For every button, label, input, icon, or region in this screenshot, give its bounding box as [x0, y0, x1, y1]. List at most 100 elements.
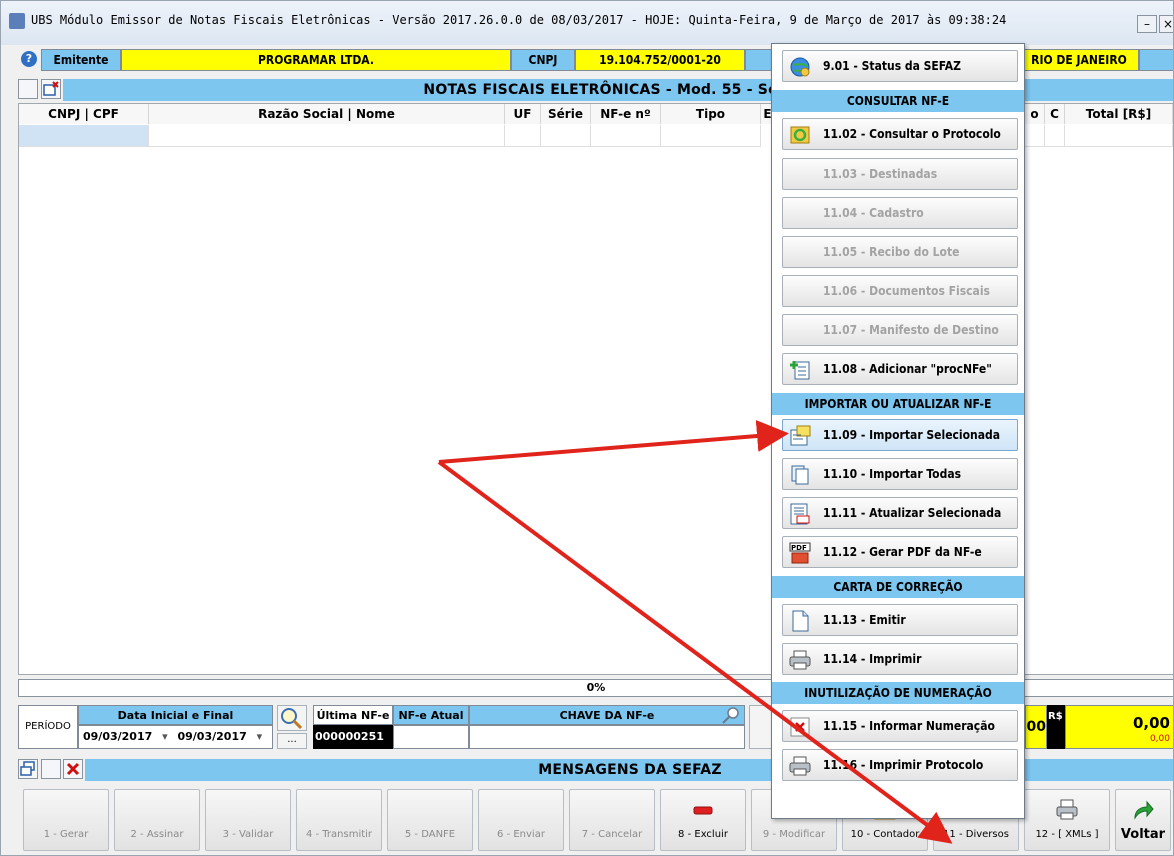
document-icon [792, 610, 809, 632]
cnpj-value: 19.104.752/0001-20 [575, 49, 745, 71]
diversos-menu: 9.01 - Status da SEFAZ CONSULTAR NF-E 11… [771, 43, 1025, 819]
section-carta: CARTA DE CORREÇÃO [772, 576, 1024, 598]
printer-icon [789, 756, 811, 776]
chevron-down-icon[interactable]: ▾ [257, 730, 263, 743]
ultima-value: 000000251 [313, 725, 393, 749]
section-importar: IMPORTAR OU ATUALIZAR NF-E [772, 393, 1024, 415]
gerar-button[interactable]: 1 - Gerar [23, 789, 109, 851]
table-row-cell[interactable] [541, 125, 591, 147]
validar-button[interactable]: 3 - Validar [205, 789, 291, 851]
menu-item-adicionar-procnfe[interactable]: 11.08 - Adicionar "procNFe" [782, 353, 1018, 385]
app-icon [9, 13, 25, 29]
ellipsis-button[interactable]: ... [277, 733, 307, 749]
enviar-button[interactable]: 6 - Enviar [478, 789, 564, 851]
refresh-icon [790, 126, 810, 144]
date-end[interactable]: 09/03/2017 [177, 730, 246, 743]
menu-item-gerar-pdf[interactable]: PDF 11.12 - Gerar PDF da NF-e [782, 536, 1018, 568]
restore-icon[interactable] [18, 759, 38, 779]
data-label: Data Inicial e Final [78, 705, 273, 725]
assinar-button[interactable]: 2 - Assinar [114, 789, 200, 851]
pdf-icon: PDF [789, 542, 811, 564]
section-consultar: CONSULTAR NF-E [772, 90, 1024, 112]
globe-icon [790, 57, 810, 77]
header-filler-right [1139, 49, 1173, 71]
xmls-button[interactable]: 12 - [ XMLs ] [1024, 789, 1110, 851]
table-row-cell[interactable] [505, 125, 541, 147]
emitente-label: Emitente [41, 49, 121, 71]
total-small: 0,00 [1149, 734, 1170, 744]
periodo-label: PERÍODO [18, 705, 78, 749]
menu-item-status-sefaz[interactable]: 9.01 - Status da SEFAZ [782, 50, 1018, 82]
help-icon[interactable]: ? [21, 51, 37, 67]
printer-icon [1056, 799, 1078, 820]
atual-label: NF-e Atual [393, 705, 469, 725]
chave-field[interactable] [469, 725, 745, 749]
numbered-doc-icon [790, 503, 810, 525]
table-row-cell[interactable] [1045, 125, 1065, 147]
excluir-button[interactable]: 8 - Excluir [660, 789, 746, 851]
emitente-value: PROGRAMAR LTDA. [121, 49, 511, 71]
search-icon[interactable] [277, 705, 307, 731]
col-tipo[interactable]: Tipo [661, 104, 761, 124]
col-serie[interactable]: Série [541, 104, 591, 124]
close-button[interactable]: × [1159, 15, 1173, 33]
col-nfe[interactable]: NF-e nº [591, 104, 661, 124]
partial-value: 00 [1025, 705, 1047, 749]
blank-button-2[interactable] [41, 759, 61, 779]
section-inutilizacao: INUTILIZAÇÃO DE NUMERAÇÃO [772, 682, 1024, 704]
date-start[interactable]: 09/03/2017 [83, 730, 152, 743]
svg-text:PDF: PDF [791, 544, 807, 552]
date-range-field[interactable]: 09/03/2017 ▾ 09/03/2017 ▾ [78, 725, 273, 749]
menu-item-cadastro[interactable]: 11.04 - Cadastro [782, 197, 1018, 229]
table-row-cell[interactable] [1025, 125, 1045, 147]
table-row-cell[interactable] [591, 125, 661, 147]
minus-icon [693, 806, 713, 815]
close-panel-icon[interactable] [41, 79, 61, 99]
chevron-down-icon[interactable]: ▾ [162, 730, 168, 743]
menu-item-documentos-fiscais[interactable]: 11.06 - Documentos Fiscais [782, 275, 1018, 307]
printer-icon [789, 650, 811, 670]
menu-item-importar-todas[interactable]: 11.10 - Importar Todas [782, 458, 1018, 490]
col-total[interactable]: Total [R$] [1065, 104, 1173, 124]
window-title: UBS Módulo Emissor de Notas Fiscais Elet… [31, 13, 1007, 27]
cancel-icon [790, 717, 810, 737]
voltar-button[interactable]: Voltar [1115, 789, 1171, 851]
documents-icon [791, 465, 809, 485]
col-o[interactable]: o [1025, 104, 1045, 124]
import-icon [790, 425, 811, 446]
col-razao[interactable]: Razão Social | Nome [149, 104, 505, 124]
table-row-cell[interactable] [149, 125, 505, 147]
menu-item-importar-selecionada[interactable]: 11.09 - Importar Selecionada [782, 419, 1018, 451]
chave-label: CHAVE DA NF-e [469, 705, 745, 725]
cancelar-button[interactable]: 7 - Cancelar [569, 789, 655, 851]
table-row-cell[interactable] [1065, 125, 1173, 147]
menu-item-informar-numeracao[interactable]: 11.15 - Informar Numeração [782, 710, 1018, 742]
magnifier-icon[interactable] [721, 706, 741, 724]
minimize-button[interactable]: – [1137, 15, 1157, 33]
rs-label: R$ [1047, 705, 1065, 749]
table-row-cell[interactable] [661, 125, 761, 147]
menu-item-manifesto-destino[interactable]: 11.07 - Manifesto de Destino [782, 314, 1018, 346]
table-row-cell[interactable] [19, 125, 149, 147]
menu-item-atualizar-selecionada[interactable]: 11.11 - Atualizar Selecionada [782, 497, 1018, 529]
menu-item-imprimir[interactable]: 11.14 - Imprimir [782, 643, 1018, 675]
total-box: 0,00 0,00 [1065, 705, 1173, 749]
cnpj-label: CNPJ [511, 49, 575, 71]
col-cnpj[interactable]: CNPJ | CPF [19, 104, 149, 124]
menu-item-emitir[interactable]: 11.13 - Emitir [782, 604, 1018, 636]
menu-item-imprimir-protocolo[interactable]: 11.16 - Imprimir Protocolo [782, 749, 1018, 781]
title-bar: UBS Módulo Emissor de Notas Fiscais Elet… [1, 1, 1173, 45]
menu-item-consultar-protocolo[interactable]: 11.02 - Consultar o Protocolo [782, 118, 1018, 150]
col-c[interactable]: C [1045, 104, 1065, 124]
menu-item-recibo-lote[interactable]: 11.05 - Recibo do Lote [782, 236, 1018, 268]
arrow-icon [1134, 800, 1154, 820]
blank-button[interactable] [18, 79, 38, 99]
transmitir-button[interactable]: 4 - Transmitir [296, 789, 382, 851]
atual-field[interactable] [393, 725, 469, 749]
add-document-icon [790, 361, 810, 380]
ultima-label: Última NF-e [313, 705, 393, 725]
delete-icon[interactable] [63, 759, 83, 779]
menu-item-destinadas[interactable]: 11.03 - Destinadas [782, 158, 1018, 190]
col-uf[interactable]: UF [505, 104, 541, 124]
danfe-button[interactable]: 5 - DANFE [387, 789, 473, 851]
